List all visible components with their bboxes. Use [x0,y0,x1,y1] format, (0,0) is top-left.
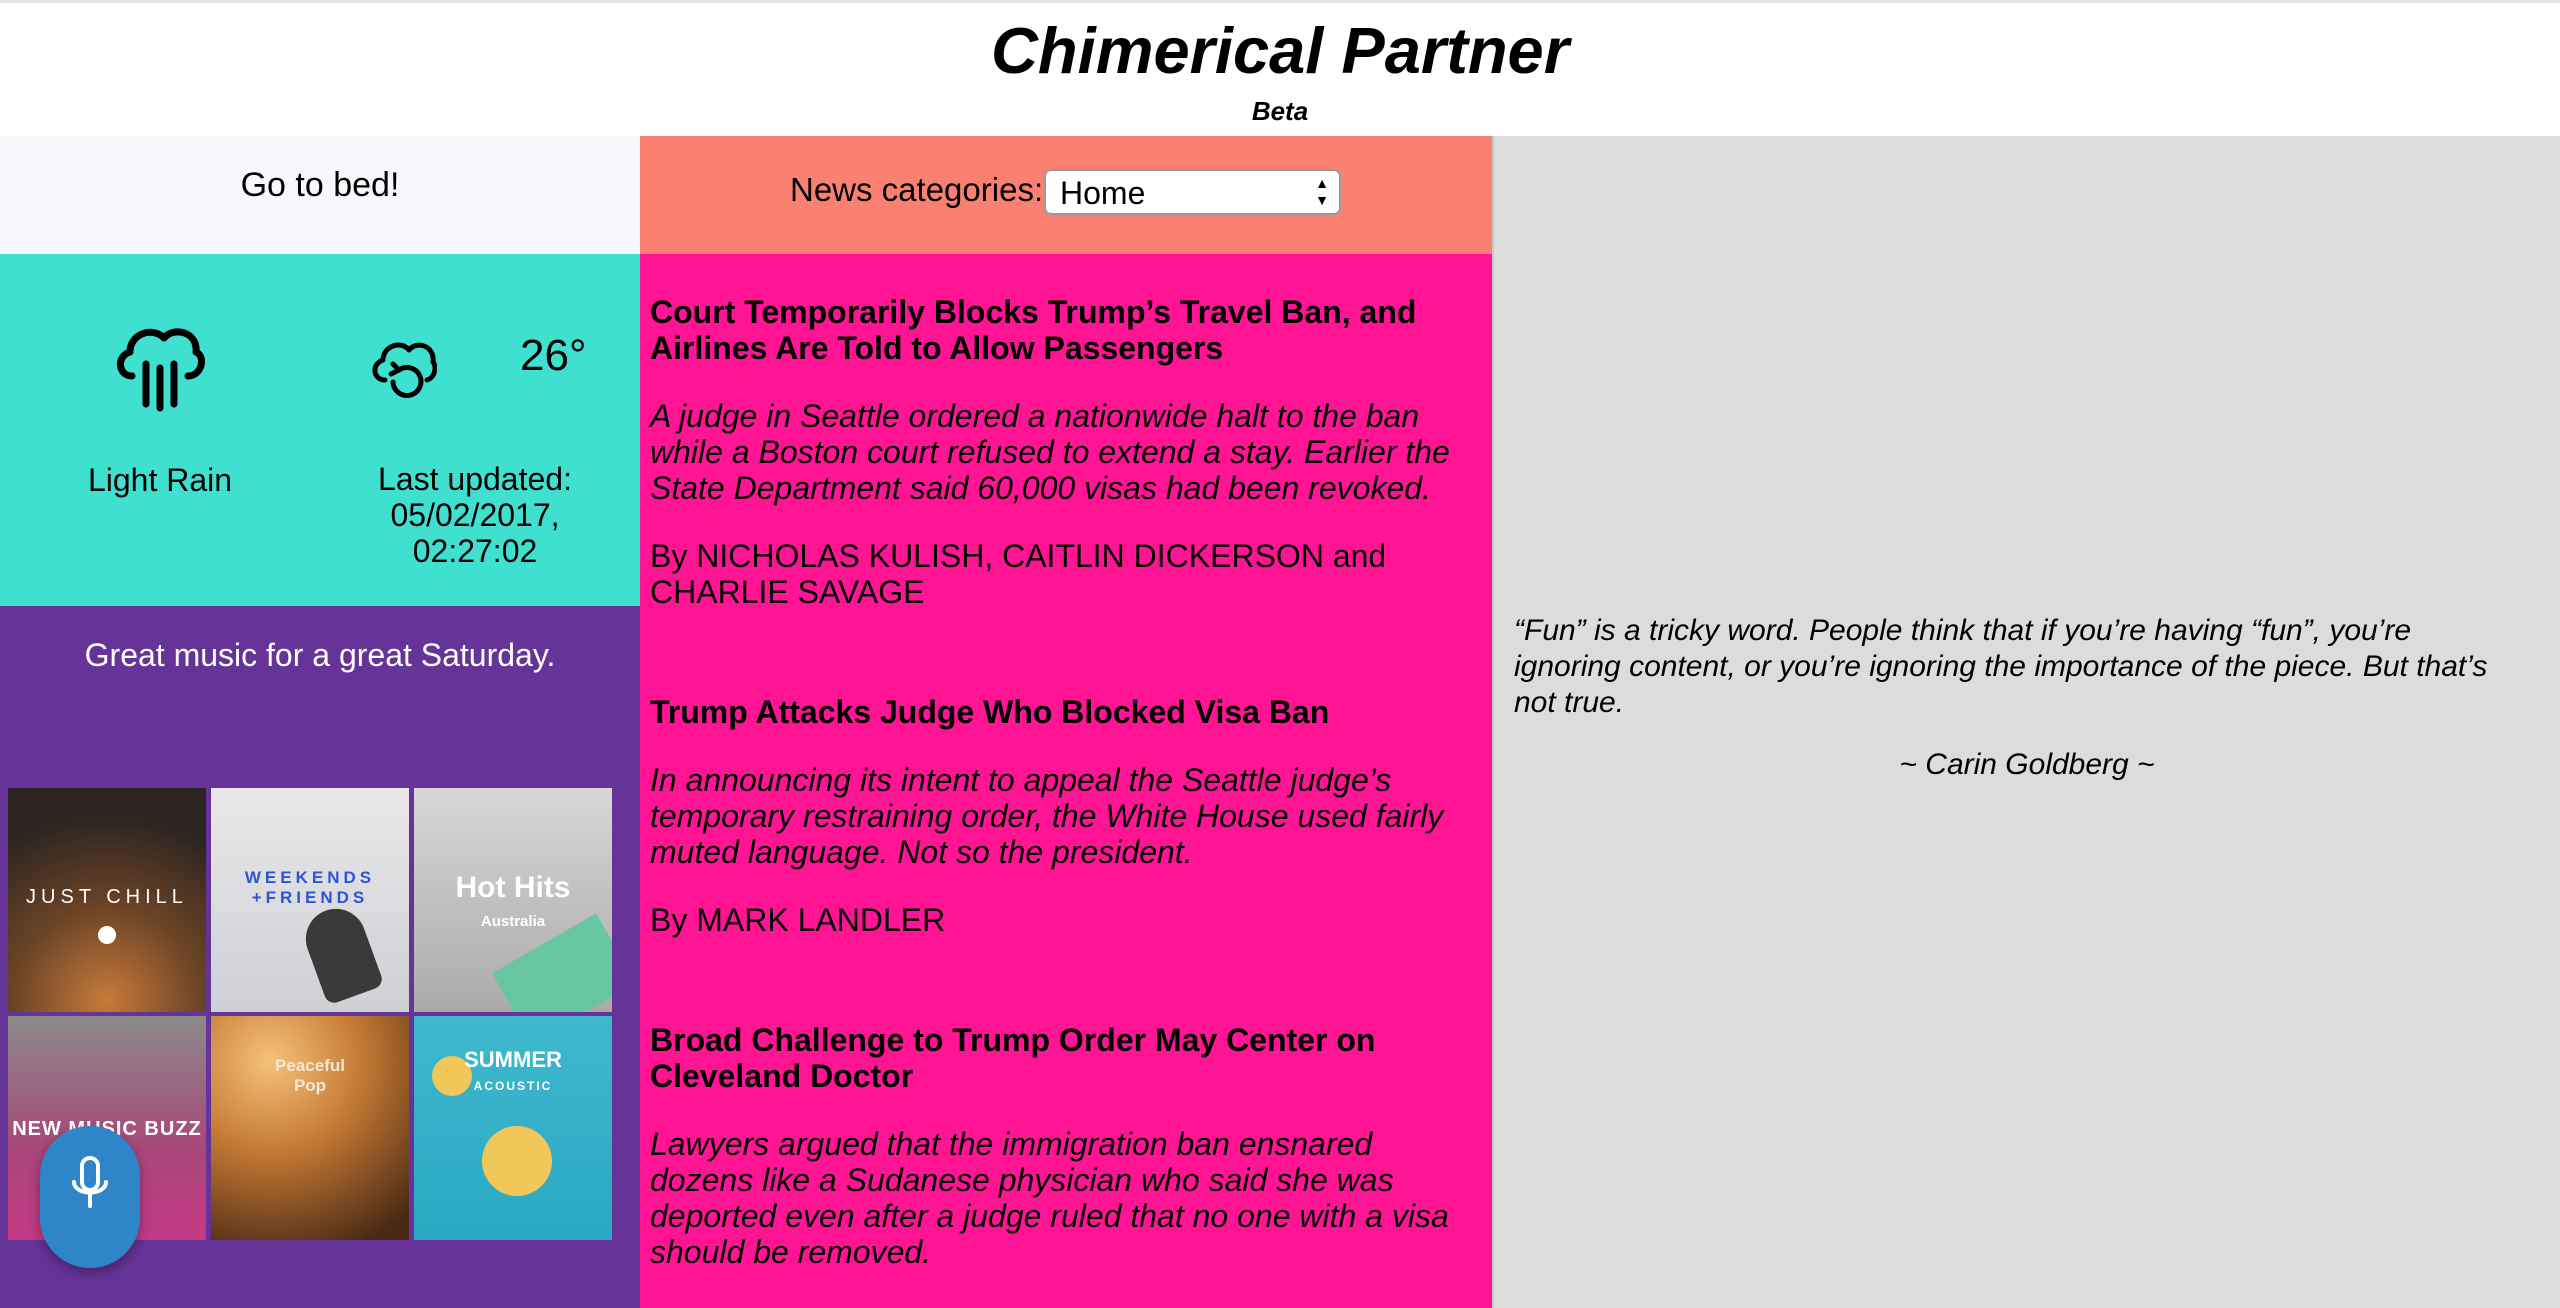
quote-author: ~ Carin Goldberg ~ [1899,748,2155,781]
playlist-tile-just-chill[interactable]: JUST CHILL [8,788,206,1012]
last-updated-label: Last updated: [378,461,572,497]
last-updated: Last updated: 05/02/2017, 02:27:02 [350,461,600,569]
playlist-tile-hot-hits[interactable]: Hot Hits Australia [414,788,612,1012]
playlist-sublabel: ACOUSTIC [473,1079,553,1093]
playlist-label: SUMMER [464,1047,562,1072]
playlist-label: JUST CHILL [26,886,188,908]
spotify-logo-icon [98,926,116,944]
news-article: Trump Attacks Judge Who Blocked Visa Ban… [650,694,1470,938]
playlist-artwork [297,900,385,1006]
playlist-tile-peaceful-pop[interactable]: Peaceful Pop [211,1016,409,1240]
rain-cloud-icon [117,328,206,412]
quote-text: “Fun” is a tricky word. People think tha… [1514,614,2488,719]
cloud-refresh-icon[interactable] [369,334,437,402]
article-abstract: A judge in Seattle ordered a nationwide … [650,398,1450,506]
app-subtitle: Beta [1251,96,1309,126]
weather-condition: Light Rain [87,462,233,498]
select-arrows-icon: ▲ ▼ [1315,175,1329,208]
news-category-select[interactable]: Home ▲ ▼ [1044,169,1341,215]
app-title: Chimerical Partner [990,14,1570,87]
playlist-label: Hot Hits [455,871,571,904]
weather-panel: 26° Light Rain Last updated: 05/02/2017,… [0,254,640,606]
news-article: Court Temporarily Blocks Trump’s Travel … [650,294,1470,610]
article-abstract: Lawyers argued that the immigration ban … [650,1126,1449,1270]
temperature: 26° [520,331,587,380]
todo-panel: Go to bed! [0,136,640,254]
article-byline: By MARK LANDLER [650,902,946,938]
music-greeting: Great music for a great Saturday. [84,637,556,673]
news-article: Broad Challenge to Trump Order May Cente… [650,1022,1470,1270]
article-headline[interactable]: Court Temporarily Blocks Trump’s Travel … [650,294,1470,366]
playlist-tile-weekends-friends[interactable]: WEEKENDS +FRIENDS [211,788,409,1012]
news-category-value: Home [1060,175,1146,211]
last-updated-date: 05/02/2017, [390,497,560,533]
microphone-button[interactable] [40,1126,140,1268]
app-header: Chimerical Partner Beta [0,3,2560,136]
news-list: Court Temporarily Blocks Trump’s Travel … [640,254,1492,1308]
last-updated-time: 02:27:02 [412,533,538,569]
quote-panel: “Fun” is a tricky word. People think tha… [1494,136,2560,1308]
microphone-icon [72,1156,108,1208]
playlist-label: Peaceful Pop [275,1056,345,1095]
news-category-bar: News categories: Home ▲ ▼ [640,136,1492,254]
playlist-artwork [482,1126,552,1196]
article-headline[interactable]: Trump Attacks Judge Who Blocked Visa Ban [650,694,1470,730]
article-abstract: In announcing its intent to appeal the S… [650,762,1444,870]
news-category-label: News categories: [790,171,1044,208]
todo-message: Go to bed! [240,166,400,204]
playlist-tile-summer-acoustic[interactable]: SUMMER ACOUSTIC [414,1016,612,1240]
article-byline: By NICHOLAS KULISH, CAITLIN DICKERSON an… [650,538,1387,610]
article-headline[interactable]: Broad Challenge to Trump Order May Cente… [650,1022,1470,1094]
playlist-label: WEEKENDS +FRIENDS [244,868,376,907]
